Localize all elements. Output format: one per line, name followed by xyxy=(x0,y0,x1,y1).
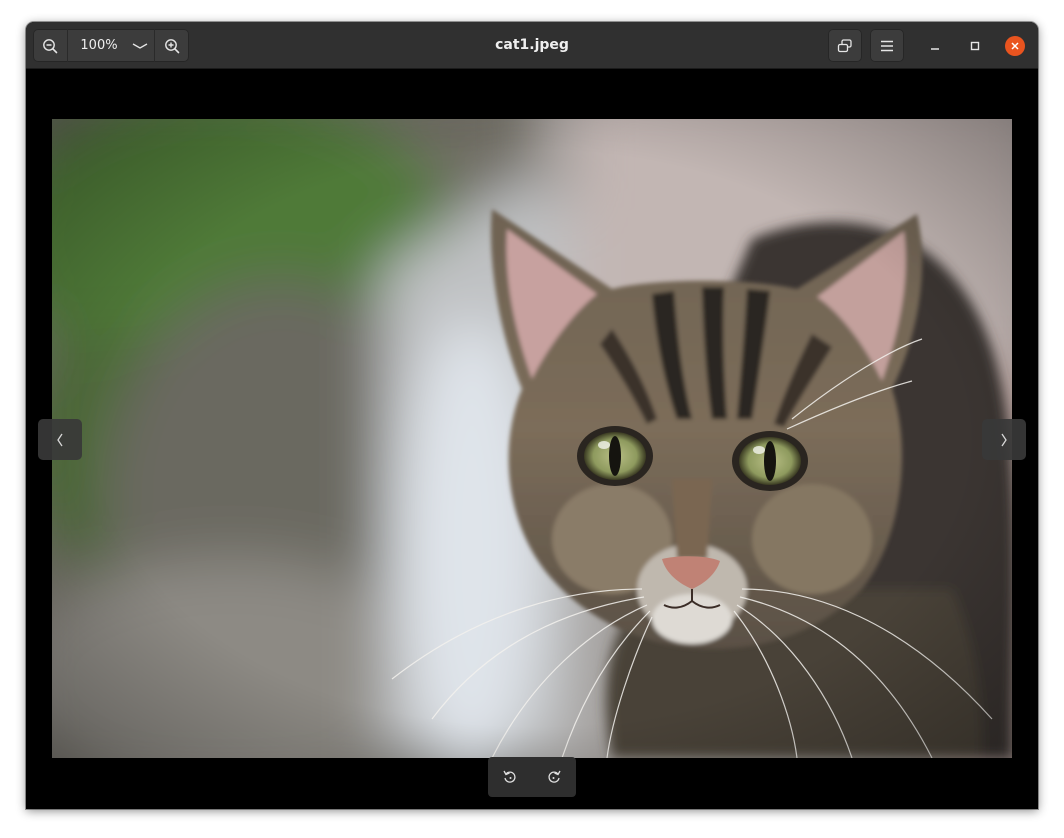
maximize-icon xyxy=(970,41,980,51)
rotate-right-icon xyxy=(548,770,561,783)
main-menu-button[interactable] xyxy=(870,29,904,62)
zoom-control-group: 100% xyxy=(33,29,189,62)
zoom-out-icon xyxy=(43,38,58,53)
zoom-level-dropdown[interactable]: 100% xyxy=(67,29,155,62)
minimize-button[interactable] xyxy=(925,36,945,56)
image-viewport xyxy=(26,69,1038,809)
header-bar: 100% cat1.jpeg xyxy=(26,22,1038,69)
zoom-in-icon xyxy=(165,38,180,53)
next-image-button[interactable] xyxy=(982,419,1026,460)
minimize-icon xyxy=(931,48,939,50)
rotate-controls xyxy=(488,757,576,797)
previous-image-button[interactable] xyxy=(38,419,82,460)
close-button[interactable] xyxy=(1005,36,1025,56)
zoom-in-button[interactable] xyxy=(155,29,189,62)
rotate-left-button[interactable] xyxy=(488,757,532,797)
rotate-right-button[interactable] xyxy=(532,757,576,797)
rotate-left-icon xyxy=(503,770,516,783)
image-viewer-window: 100% cat1.jpeg xyxy=(26,22,1038,809)
close-icon xyxy=(1011,42,1019,50)
hamburger-menu-icon xyxy=(881,40,893,51)
chevron-down-icon xyxy=(126,29,154,62)
maximize-button[interactable] xyxy=(965,36,985,56)
zoom-level-text: 100% xyxy=(80,38,118,53)
zoom-out-button[interactable] xyxy=(33,29,67,62)
fullscreen-button[interactable] xyxy=(828,29,862,62)
cat-photo xyxy=(52,119,1012,758)
chevron-right-icon xyxy=(1001,433,1007,446)
restore-window-icon xyxy=(837,38,852,52)
chevron-left-icon xyxy=(57,433,63,446)
